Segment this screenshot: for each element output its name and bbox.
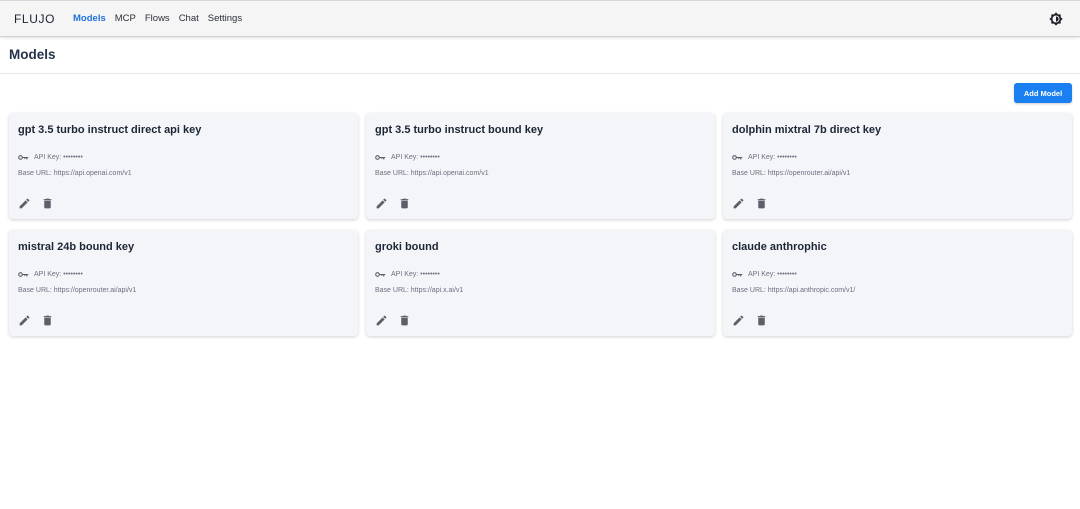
app-bar: FLUJO Models MCP Flows Chat Settings xyxy=(0,0,1080,37)
base-url: Base URL: https://api.openai.com/v1 xyxy=(18,170,132,177)
delete-icon[interactable] xyxy=(41,314,54,327)
api-key-row: API Key: •••••••• xyxy=(375,154,440,161)
edit-icon[interactable] xyxy=(375,314,388,327)
model-name: gpt 3.5 turbo instruct direct api key xyxy=(18,124,202,136)
edit-icon[interactable] xyxy=(732,314,745,327)
model-card: mistral 24b bound key API Key: •••••••• … xyxy=(9,230,358,336)
main-nav: Models MCP Flows Chat Settings xyxy=(73,13,242,24)
card-actions xyxy=(18,314,54,327)
add-model-button[interactable]: Add Model xyxy=(1014,83,1072,103)
api-key-value: API Key: •••••••• xyxy=(391,271,440,278)
edit-icon[interactable] xyxy=(375,197,388,210)
base-url: Base URL: https://openrouter.ai/api/v1 xyxy=(732,170,851,177)
nav-item-settings[interactable]: Settings xyxy=(208,13,242,24)
nav-item-chat[interactable]: Chat xyxy=(179,13,199,24)
nav-item-flows[interactable]: Flows xyxy=(145,13,170,24)
title-divider xyxy=(0,73,1080,74)
model-card: dolphin mixtral 7b direct key API Key: •… xyxy=(723,113,1072,219)
brightness-icon[interactable] xyxy=(1049,12,1063,26)
key-icon xyxy=(732,272,743,277)
delete-icon[interactable] xyxy=(398,314,411,327)
api-key-row: API Key: •••••••• xyxy=(375,271,440,278)
api-key-value: API Key: •••••••• xyxy=(391,154,440,161)
api-key-value: API Key: •••••••• xyxy=(748,154,797,161)
key-icon xyxy=(732,155,743,160)
key-icon xyxy=(375,155,386,160)
key-icon xyxy=(18,155,29,160)
api-key-value: API Key: •••••••• xyxy=(34,271,83,278)
api-key-value: API Key: •••••••• xyxy=(748,271,797,278)
page-title: Models xyxy=(9,47,56,62)
model-name: groki bound xyxy=(375,241,439,253)
model-name: dolphin mixtral 7b direct key xyxy=(732,124,882,136)
delete-icon[interactable] xyxy=(41,197,54,210)
model-card: gpt 3.5 turbo instruct direct api key AP… xyxy=(9,113,358,219)
api-key-row: API Key: •••••••• xyxy=(732,271,797,278)
api-key-row: API Key: •••••••• xyxy=(18,271,83,278)
edit-icon[interactable] xyxy=(18,197,31,210)
key-icon xyxy=(375,272,386,277)
nav-item-models[interactable]: Models xyxy=(73,13,106,24)
model-name: gpt 3.5 turbo instruct bound key xyxy=(375,124,544,136)
model-card: groki bound API Key: •••••••• Base URL: … xyxy=(366,230,715,336)
brand-logo[interactable]: FLUJO xyxy=(14,12,55,26)
edit-icon[interactable] xyxy=(732,197,745,210)
delete-icon[interactable] xyxy=(398,197,411,210)
edit-icon[interactable] xyxy=(18,314,31,327)
card-actions xyxy=(375,197,411,210)
base-url: Base URL: https://api.anthropic.com/v1/ xyxy=(732,287,856,294)
api-key-value: API Key: •••••••• xyxy=(34,154,83,161)
card-actions xyxy=(375,314,411,327)
delete-icon[interactable] xyxy=(755,197,768,210)
model-card: claude anthrophic API Key: •••••••• Base… xyxy=(723,230,1072,336)
base-url: Base URL: https://api.openai.com/v1 xyxy=(375,170,489,177)
card-actions xyxy=(732,197,768,210)
api-key-row: API Key: •••••••• xyxy=(18,154,83,161)
base-url: Base URL: https://api.x.ai/v1 xyxy=(375,287,464,294)
model-card: gpt 3.5 turbo instruct bound key API Key… xyxy=(366,113,715,219)
delete-icon[interactable] xyxy=(755,314,768,327)
card-actions xyxy=(18,197,54,210)
model-name: claude anthrophic xyxy=(732,241,827,253)
key-icon xyxy=(18,272,29,277)
card-actions xyxy=(732,314,768,327)
base-url: Base URL: https://openrouter.ai/api/v1 xyxy=(18,287,137,294)
model-name: mistral 24b bound key xyxy=(18,241,135,253)
nav-item-mcp[interactable]: MCP xyxy=(115,13,136,24)
api-key-row: API Key: •••••••• xyxy=(732,154,797,161)
